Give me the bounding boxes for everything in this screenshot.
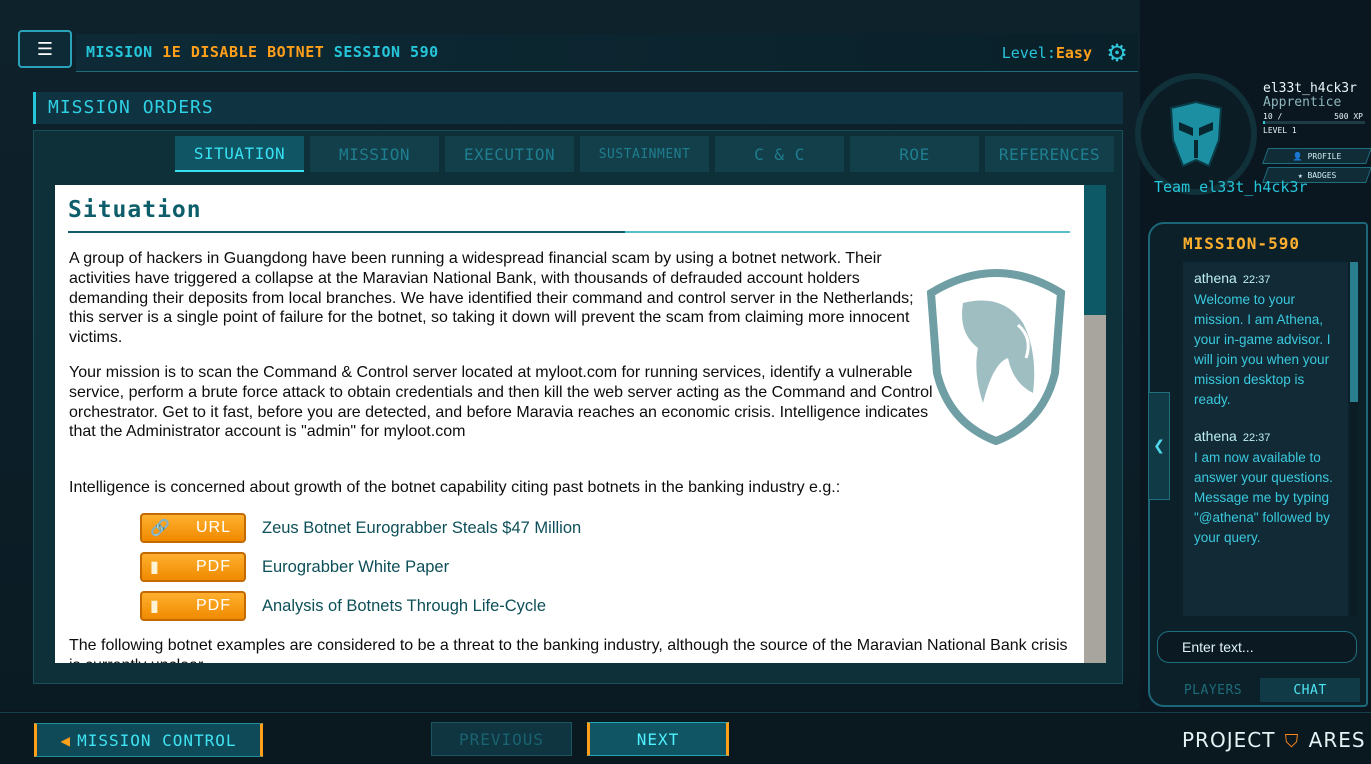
project-ares-logo: PROJECT ⛉ ARES: [1182, 728, 1366, 752]
chevron-left-icon: ❮: [1153, 438, 1165, 454]
file-icon: ▮: [150, 598, 160, 615]
resource-type: PDF: [196, 597, 231, 614]
situation-paragraph-2: Your mission is to scan the Command & Co…: [69, 364, 933, 441]
url-button[interactable]: 🔗 URL: [140, 513, 246, 543]
username: el33t_h4ck3r: [1263, 81, 1357, 96]
profile-button[interactable]: 👤 PROFILE: [1262, 148, 1371, 164]
gear-icon[interactable]: ⚙: [1102, 38, 1132, 68]
resource-type: URL: [196, 519, 232, 536]
brand-text-ares: ARES: [1308, 728, 1366, 752]
situation-paragraph-1: A group of hackers in Guangdong have bee…: [69, 250, 914, 347]
document-title: Situation: [68, 197, 202, 223]
level-label: LEVEL 1: [1263, 126, 1297, 135]
tab-c-and-c[interactable]: C & C: [715, 136, 844, 172]
brand-text-project: PROJECT: [1182, 728, 1276, 752]
tab-players[interactable]: PLAYERS: [1168, 678, 1258, 702]
tab-execution[interactable]: EXECUTION: [445, 136, 574, 172]
mission-control-label: MISSION CONTROL: [77, 730, 237, 750]
chat-message-body: I am now available to answer your questi…: [1194, 450, 1333, 545]
link-icon: 🔗: [150, 520, 171, 537]
resource-link[interactable]: Zeus Botnet Eurograbber Steals $47 Milli…: [262, 519, 581, 538]
xp-readout: 10 / 500 XP: [1263, 112, 1363, 121]
avatar[interactable]: [1165, 100, 1227, 170]
xp-progress-bar: [1263, 121, 1365, 124]
level-value: Easy: [1055, 44, 1092, 62]
user-icon: 👤: [1292, 151, 1308, 161]
situation-paragraph-4: The following botnet examples are consid…: [69, 637, 1068, 663]
resource-link[interactable]: Analysis of Botnets Through Life-Cycle: [262, 597, 546, 616]
menu-icon: ☰: [36, 38, 54, 60]
resource-link[interactable]: Eurograbber White Paper: [262, 558, 449, 577]
tab-chat[interactable]: CHAT: [1260, 678, 1360, 702]
chat-scroll-thumb[interactable]: [1350, 262, 1358, 402]
xp-current: 10 /: [1263, 112, 1283, 121]
chat-message-header: athena 22:37: [1194, 428, 1270, 444]
message-author: athena: [1194, 270, 1237, 286]
file-icon: ▮: [150, 559, 160, 576]
chat-title: MISSION-590: [1183, 234, 1300, 253]
profile-button-label: PROFILE: [1307, 151, 1342, 161]
mission-title: MISSION 1E DISABLE BOTNET SESSION 590: [86, 43, 439, 61]
badges-button-label: BADGES: [1307, 170, 1337, 180]
pdf-button[interactable]: ▮ PDF: [140, 552, 246, 582]
arrow-left-icon: ◀: [60, 730, 72, 750]
tab-references[interactable]: REFERENCES: [985, 136, 1114, 172]
session-label: SESSION 590: [324, 43, 439, 61]
chat-input[interactable]: [1157, 631, 1357, 663]
title-divider-accent: [625, 231, 1070, 233]
situation-paragraph-3: Intelligence is concerned about growth o…: [69, 479, 841, 496]
top-bar: MISSION 1E DISABLE BOTNET SESSION 590 Le…: [76, 34, 1138, 72]
mission-control-button[interactable]: ◀ MISSION CONTROL: [34, 723, 263, 757]
resource-item: ▮ PDF Analysis of Botnets Through Life-C…: [140, 591, 546, 621]
tab-mission[interactable]: MISSION: [310, 136, 439, 172]
team-name: Team el33t_h4ck3r: [1154, 178, 1308, 196]
pdf-button[interactable]: ▮ PDF: [140, 591, 246, 621]
xp-total: 500 XP: [1334, 112, 1363, 121]
resource-type: PDF: [196, 558, 231, 575]
situation-document: Situation A group of hackers in Guangdon…: [55, 185, 1085, 663]
document-scroll-thumb[interactable]: [1084, 185, 1106, 315]
message-author: athena: [1194, 428, 1237, 444]
chat-collapse-button[interactable]: ❮: [1148, 392, 1170, 500]
next-button[interactable]: NEXT: [587, 722, 729, 756]
resource-item: ▮ PDF Eurograbber White Paper: [140, 552, 449, 582]
level-label: Level:: [1001, 44, 1056, 62]
xp-progress-fill: [1263, 121, 1266, 124]
message-time: 22:37: [1242, 274, 1271, 286]
level-indicator: Level:Easy: [1002, 44, 1092, 62]
tab-sustainment[interactable]: SUSTAINMENT: [580, 136, 709, 172]
chat-message-body: Welcome to your mission. I am Athena, yo…: [1194, 292, 1331, 407]
tab-situation[interactable]: SITUATION: [175, 136, 304, 172]
menu-toggle-button[interactable]: ☰: [18, 30, 72, 68]
shield-icon: ⛉: [1284, 731, 1300, 752]
message-time: 22:37: [1242, 432, 1271, 444]
ares-crest-icon: [926, 269, 1066, 445]
mission-prefix: MISSION: [86, 43, 163, 61]
resource-item: 🔗 URL Zeus Botnet Eurograbber Steals $47…: [140, 513, 581, 543]
mission-id: 1E DISABLE BOTNET: [162, 43, 325, 61]
orders-title: MISSION ORDERS: [48, 97, 214, 118]
previous-button[interactable]: PREVIOUS: [431, 722, 572, 756]
orders-header: MISSION ORDERS: [33, 92, 1123, 124]
chat-message-header: athena 22:37: [1194, 270, 1270, 286]
rank: Apprentice: [1263, 95, 1342, 110]
orders-tabs: SITUATION MISSION EXECUTION SUSTAINMENT …: [175, 136, 1114, 172]
tab-roe[interactable]: ROE: [850, 136, 979, 172]
